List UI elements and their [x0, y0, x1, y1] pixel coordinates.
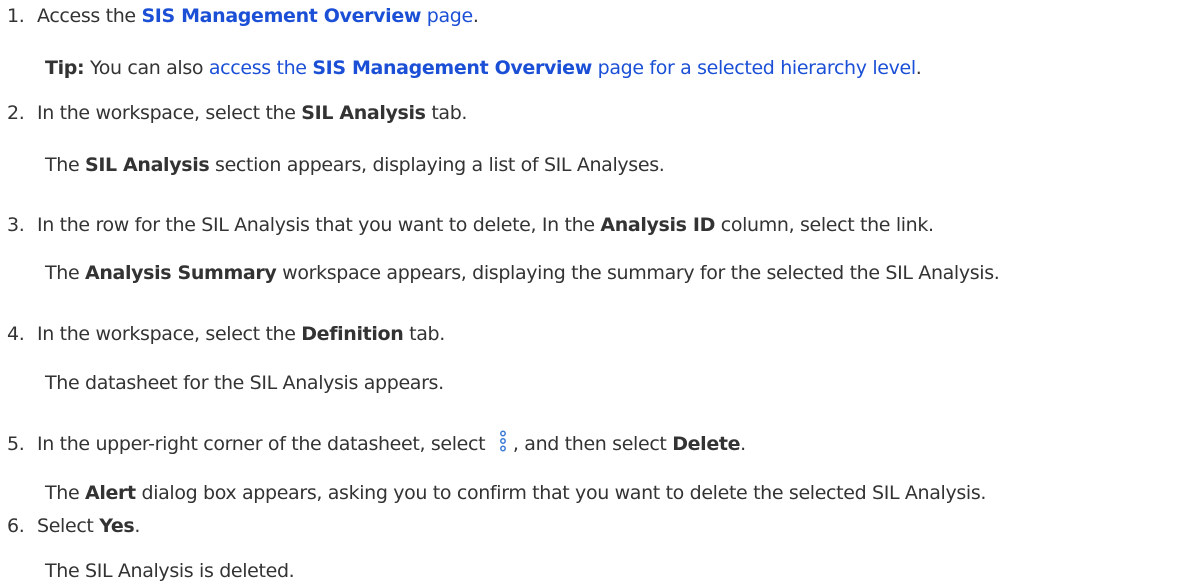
step-number: 2. [7, 102, 25, 124]
yes-button-label: Yes [99, 515, 135, 537]
analysis-id-column-label: Analysis ID [600, 214, 716, 236]
delete-option-label: Delete [672, 433, 741, 455]
step-1: 1. Access the SIS Management Overview pag… [0, 4, 479, 28]
sil-analysis-tab-label: SIL Analysis [301, 102, 426, 124]
step-1-tip: Tip: You can also access the SIS Managem… [45, 56, 922, 80]
step-number: 1. [7, 5, 25, 27]
step-number: 5. [7, 433, 25, 455]
step-text-end: . [740, 433, 746, 455]
step-2-result: The SIL Analysis section appears, displa… [45, 154, 665, 176]
step-5-result: The Alert dialog box appears, asking you… [45, 482, 987, 504]
step-text: Select [37, 515, 100, 537]
step-number: 4. [7, 323, 25, 345]
step-text-end: tab. [403, 323, 445, 345]
step-text: In the workspace, select the [37, 323, 302, 345]
definition-tab-label: Definition [301, 323, 404, 345]
step-text-end: column, select the link. [715, 214, 934, 236]
analysis-summary-label: Analysis Summary [84, 262, 277, 284]
step-text-end: tab. [425, 102, 468, 124]
step-6: 6. Select Yes. [0, 514, 140, 538]
step-text: In the row for the SIL Analysis that you… [37, 214, 601, 236]
procedure-steps: 1. Access the SIS Management Overview pag… [0, 0, 1195, 582]
step-2: 2. In the workspace, select the SIL Analy… [0, 101, 467, 125]
step-4-result: The datasheet for the SIL Analysis appea… [45, 372, 444, 394]
step-6-result: The SIL Analysis is deleted. [45, 560, 295, 582]
step-number: 3. [7, 214, 25, 236]
step-text: In the upper-right corner of the datashe… [37, 433, 491, 455]
sis-management-overview-hierarchy-link[interactable]: access the SIS Management Overview page … [209, 57, 916, 79]
step-text-mid: , and then select [512, 433, 673, 455]
step-text-end: . [134, 515, 141, 537]
step-3-result: The Analysis Summary workspace appears, … [45, 262, 1000, 284]
alert-dialog-label: Alert [84, 482, 136, 504]
tip-text: You can also [84, 57, 209, 79]
step-3: 3. In the row for the SIL Analysis that y… [0, 213, 934, 237]
step-text: In the workspace, select the [37, 102, 302, 124]
step-text: Access the [37, 5, 142, 27]
more-options-icon[interactable] [495, 430, 511, 452]
tip-label: Tip: [45, 57, 85, 79]
sis-management-overview-link[interactable]: SIS Management Overview page [141, 5, 473, 27]
step-4: 4. In the workspace, select the Definitio… [0, 322, 445, 346]
step-text-end: . [472, 5, 479, 27]
tip-text-end: . [915, 57, 922, 79]
step-number: 6. [7, 515, 25, 537]
step-5: 5. In the upper-right corner of the datas… [0, 430, 746, 456]
sil-analysis-section-label: SIL Analysis [84, 154, 210, 176]
